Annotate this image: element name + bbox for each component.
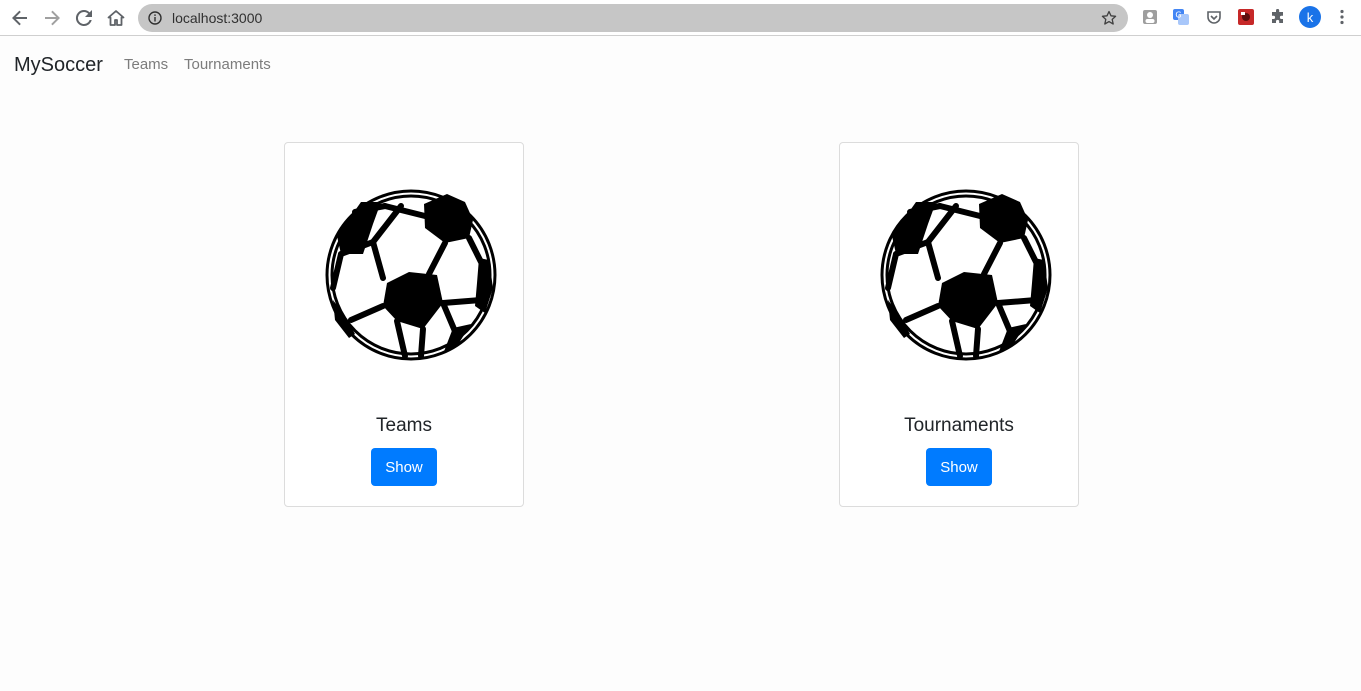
navbar-brand[interactable]: MySoccer xyxy=(14,53,103,77)
info-icon[interactable] xyxy=(147,10,163,26)
address-bar[interactable]: localhost:3000 xyxy=(138,4,1128,32)
soccer-ball-icon xyxy=(880,188,1052,362)
home-icon[interactable] xyxy=(103,5,129,31)
reload-icon[interactable] xyxy=(71,5,97,31)
forward-icon[interactable] xyxy=(39,5,65,31)
card-title: Teams xyxy=(376,415,432,436)
nav-link-teams[interactable]: Teams xyxy=(124,55,168,75)
soccer-ball-icon xyxy=(325,188,497,362)
extension-red-icon[interactable] xyxy=(1237,8,1255,26)
tournaments-show-button[interactable]: Show xyxy=(926,448,992,486)
url-text[interactable]: localhost:3000 xyxy=(172,9,262,27)
browser-toolbar: localhost:3000 G k xyxy=(0,0,1361,36)
back-icon[interactable] xyxy=(7,5,33,31)
nav-link-tournaments[interactable]: Tournaments xyxy=(184,55,271,75)
card-title: Tournaments xyxy=(904,415,1014,436)
puzzle-icon[interactable] xyxy=(1269,8,1287,26)
google-translate-icon[interactable]: G xyxy=(1172,8,1190,26)
teams-show-button[interactable]: Show xyxy=(371,448,437,486)
pocket-icon[interactable] xyxy=(1205,8,1223,26)
profile-avatar[interactable]: k xyxy=(1299,6,1321,28)
teams-card: Teams Show xyxy=(284,142,524,507)
svg-text:G: G xyxy=(1175,11,1181,20)
bookmark-star-icon[interactable] xyxy=(1100,9,1118,27)
menu-kebab-icon[interactable] xyxy=(1333,8,1351,26)
tournaments-card: Tournaments Show xyxy=(839,142,1079,507)
extension-profile-icon[interactable] xyxy=(1141,8,1159,26)
